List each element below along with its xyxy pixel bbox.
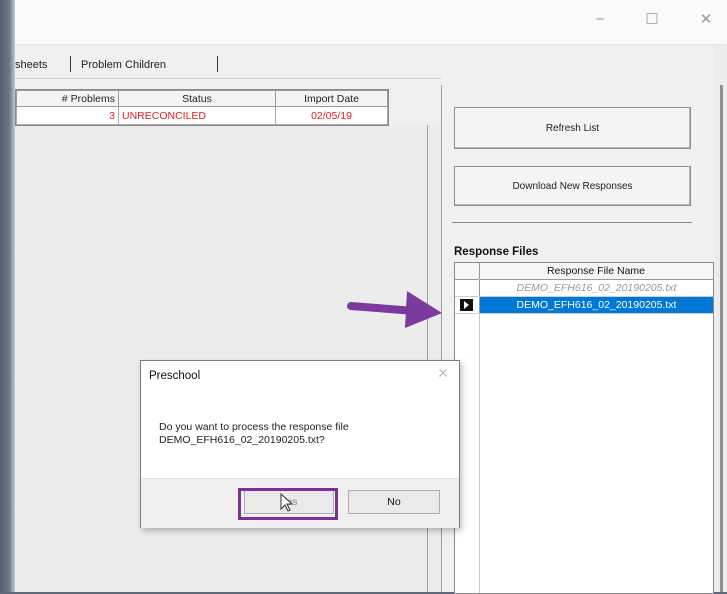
close-button[interactable]: ✕ <box>691 10 721 30</box>
dialog-message-filename: DEMO_EFH616_02_20190205.txt? <box>159 434 325 446</box>
arrow-annotation-icon <box>347 291 442 328</box>
header-corner <box>455 263 480 279</box>
list-item[interactable]: DEMO_EFH616_02_20190205.txt <box>455 280 713 296</box>
dialog-message: Do you want to process the response file… <box>159 421 349 447</box>
cell-import-date[interactable]: 02/05/19 <box>275 106 388 125</box>
cell-problems[interactable]: 3 <box>16 106 119 125</box>
records-grid[interactable]: # Problems Status Import Date 3 UNRECONC… <box>15 89 389 126</box>
mouse-cursor-icon <box>280 493 294 512</box>
row-divider <box>455 313 713 314</box>
column-header-response-file-name[interactable]: Response File Name <box>479 263 713 279</box>
tab-rule <box>15 78 441 79</box>
row-selector[interactable] <box>455 297 480 313</box>
row-selector[interactable] <box>455 280 480 296</box>
refresh-list-button[interactable]: Refresh List <box>454 107 691 149</box>
window-edge <box>720 85 723 592</box>
table-row[interactable]: 3 UNRECONCILED 02/05/19 <box>16 106 388 125</box>
tab-separator <box>217 56 218 72</box>
minimize-button[interactable]: − <box>585 10 615 30</box>
no-button[interactable]: No <box>348 490 440 514</box>
cell-status[interactable]: UNRECONCILED <box>118 106 276 125</box>
dialog-title: Preschool <box>149 370 201 382</box>
column-header-problems[interactable]: # Problems <box>16 90 119 107</box>
response-file-name[interactable]: DEMO_EFH616_02_20190205.txt <box>480 297 713 313</box>
tab-sheets[interactable]: sheets <box>15 59 47 71</box>
title-bar: − ☐ ✕ <box>15 0 727 45</box>
dialog-message-line: Do you want to process the response file <box>159 421 349 433</box>
dialog-close-icon[interactable]: ✕ <box>437 365 449 382</box>
column-header-status[interactable]: Status <box>118 90 276 107</box>
response-file-name[interactable]: DEMO_EFH616_02_20190205.txt <box>480 280 713 296</box>
response-files-title: Response Files <box>454 246 539 258</box>
current-row-icon <box>460 299 473 311</box>
panel-divider <box>452 222 692 223</box>
response-grid-header: Response File Name <box>455 263 713 280</box>
list-item-selected[interactable]: DEMO_EFH616_02_20190205.txt <box>455 297 713 313</box>
response-files-grid[interactable]: Response File Name DEMO_EFH616_02_201902… <box>454 262 714 594</box>
tab-separator <box>70 56 71 72</box>
row-selector-divider <box>479 279 480 593</box>
maximize-button[interactable]: ☐ <box>637 10 667 30</box>
column-header-import-date[interactable]: Import Date <box>275 90 388 107</box>
tab-problem-children[interactable]: Problem Children <box>81 59 166 71</box>
download-new-responses-button[interactable]: Download New Responses <box>454 166 691 206</box>
